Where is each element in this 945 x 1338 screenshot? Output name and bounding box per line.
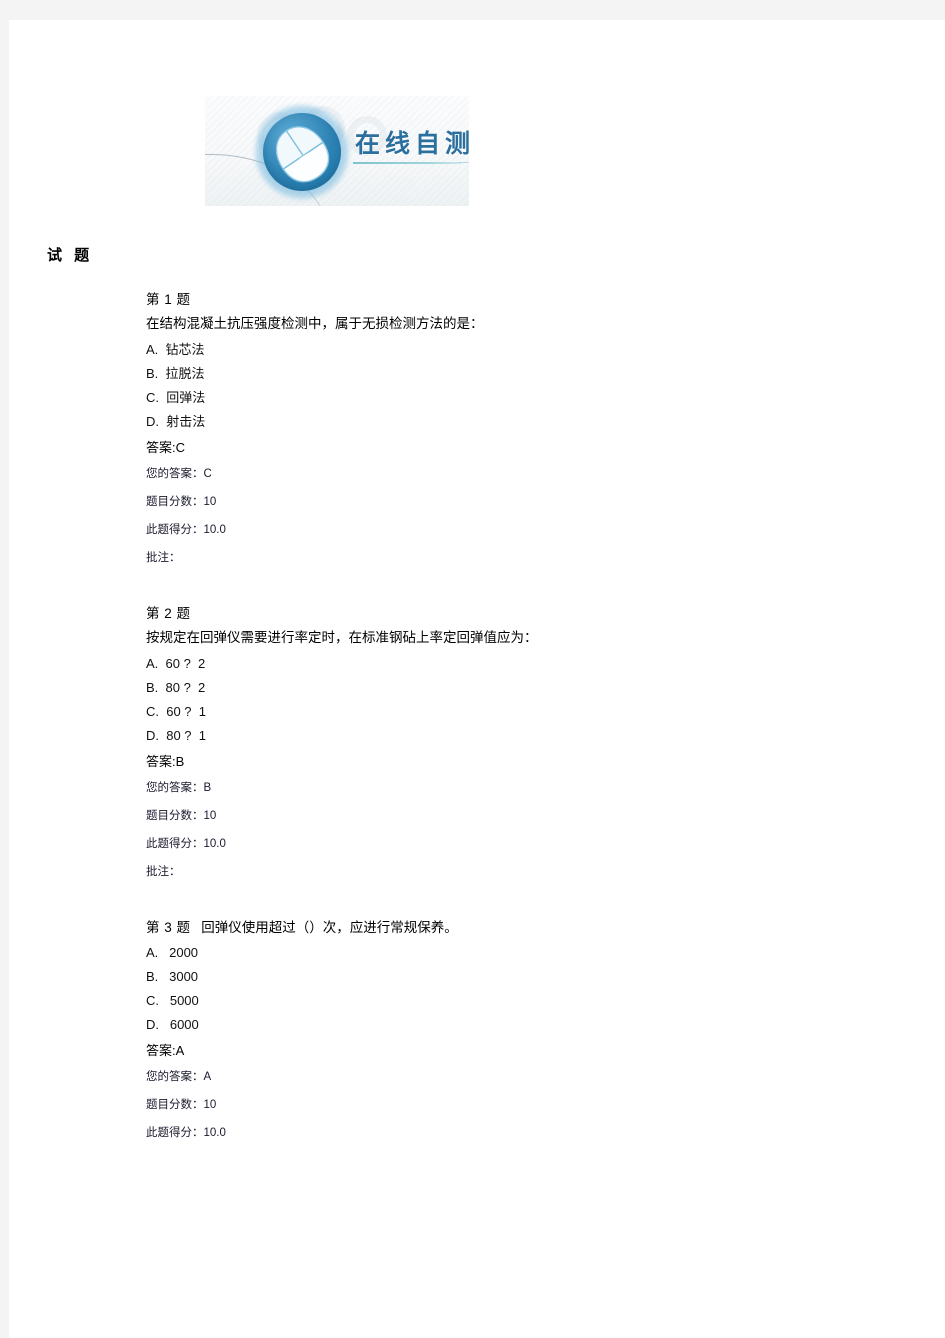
option-c[interactable]: C. 5000 xyxy=(146,989,846,1013)
question-list: 第 1 题 在结构混凝土抗压强度检测中，属于无损检测方法的是： A. 钻芯法 B… xyxy=(146,288,846,1171)
banner-title: 在线自测 xyxy=(355,129,469,158)
question-number: 第 3 题 xyxy=(146,920,191,935)
option-d[interactable]: D. 80 ? 1 xyxy=(146,724,846,748)
option-b[interactable]: B. 3000 xyxy=(146,965,846,989)
remark: 批注： xyxy=(146,866,181,878)
remark: 批注： xyxy=(146,552,181,564)
online-self-test-banner: 在线自测 xyxy=(205,96,469,206)
question-block: 第 2 题 按规定在回弹仪需要进行率定时，在标准钢砧上率定回弹值应为： A. 6… xyxy=(146,602,846,886)
question-block: 第 3 题 回弹仪使用超过（）次，应进行常规保养。 A. 2000 B. 300… xyxy=(146,916,846,1147)
your-answer: 您的答案：C xyxy=(146,468,212,480)
option-a[interactable]: A. 2000 xyxy=(146,941,846,965)
banner-underline xyxy=(353,162,461,164)
question-number-line: 第 3 题 回弹仪使用超过（）次，应进行常规保养。 xyxy=(146,916,846,939)
question-number: 第 2 题 xyxy=(146,606,191,621)
option-a[interactable]: A. 钻芯法 xyxy=(146,338,846,362)
earned-score: 此题得分：10.0 xyxy=(146,838,226,850)
computer-mouse-icon xyxy=(255,105,349,199)
option-d[interactable]: D. 6000 xyxy=(146,1013,846,1037)
question-score: 题目分数：10 xyxy=(146,810,217,822)
question-score: 题目分数：10 xyxy=(146,1099,217,1111)
option-list: A. 60 ? 2 B. 80 ? 2 C. 60 ? 1 D. 80 ? 1 xyxy=(146,652,846,748)
earned-score: 此题得分：10.0 xyxy=(146,1127,226,1139)
option-c[interactable]: C. 60 ? 1 xyxy=(146,700,846,724)
question-stem: 回弹仪使用超过（）次，应进行常规保养。 xyxy=(201,920,458,935)
question-stem: 按规定在回弹仪需要进行率定时，在标准钢砧上率定回弹值应为： xyxy=(146,630,538,645)
banner-underline-extension xyxy=(459,162,469,163)
question-number-line: 第 2 题 xyxy=(146,602,846,625)
page-title: 试 题 xyxy=(47,247,94,264)
option-list: A. 钻芯法 B. 拉脱法 C. 回弹法 D. 射击法 xyxy=(146,338,846,434)
option-d[interactable]: D. 射击法 xyxy=(146,410,846,434)
document-page: 在线自测 试 题 第 1 题 在结构混凝土抗压强度检测中，属于无损检测方法的是：… xyxy=(9,20,945,1338)
question-number: 第 1 题 xyxy=(146,292,191,307)
option-c[interactable]: C. 回弹法 xyxy=(146,386,846,410)
option-b[interactable]: B. 80 ? 2 xyxy=(146,676,846,700)
correct-answer: 答案:C xyxy=(146,440,186,455)
question-number-line: 第 1 题 xyxy=(146,288,846,311)
your-answer: 您的答案：A xyxy=(146,1071,212,1083)
option-list: A. 2000 B. 3000 C. 5000 D. 6000 xyxy=(146,941,846,1037)
correct-answer: 答案:A xyxy=(146,1043,185,1058)
page-left-margin-band xyxy=(0,20,9,1338)
question-block: 第 1 题 在结构混凝土抗压强度检测中，属于无损检测方法的是： A. 钻芯法 B… xyxy=(146,288,846,572)
question-score: 题目分数：10 xyxy=(146,496,217,508)
option-b[interactable]: B. 拉脱法 xyxy=(146,362,846,386)
earned-score: 此题得分：10.0 xyxy=(146,524,226,536)
your-answer: 您的答案：B xyxy=(146,782,212,794)
question-stem: 在结构混凝土抗压强度检测中，属于无损检测方法的是： xyxy=(146,316,484,331)
page-top-margin-band xyxy=(0,0,945,20)
correct-answer: 答案:B xyxy=(146,754,185,769)
option-a[interactable]: A. 60 ? 2 xyxy=(146,652,846,676)
